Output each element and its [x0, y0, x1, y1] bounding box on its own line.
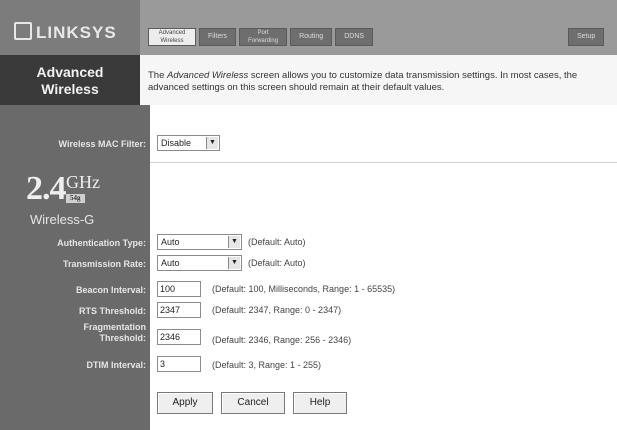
wireless-g-label: Wireless-G	[30, 212, 95, 227]
rts-input[interactable]: 2347	[157, 302, 201, 318]
tab-bar: Advanced Wireless Filters Port Forwardin…	[148, 28, 374, 46]
auth-type-hint: (Default: Auto)	[248, 237, 306, 247]
section-title: Advanced Wireless	[36, 64, 104, 97]
divider	[150, 162, 617, 163]
frag-hint: (Default: 2346, Range: 256 - 2346)	[212, 335, 352, 345]
header-bar: LINKSYS Advanced Wireless Filters Port F…	[0, 0, 617, 55]
tab-setup[interactable]: Setup	[568, 28, 605, 46]
cancel-button[interactable]: Cancel	[221, 392, 285, 414]
apply-button[interactable]: Apply	[157, 392, 213, 414]
tx-rate-hint: (Default: Auto)	[248, 258, 306, 268]
auth-type-select[interactable]: Auto ▼	[157, 234, 242, 250]
logo-text: LINKSYS	[36, 23, 117, 42]
chevron-down-icon: ▼	[228, 257, 240, 269]
tab-filters[interactable]: Filters	[199, 28, 237, 46]
help-button[interactable]: Help	[293, 392, 347, 414]
tx-rate-value: Auto	[161, 258, 180, 268]
band-badge: 54g	[66, 194, 85, 203]
tab-routing[interactable]: Routing	[290, 28, 333, 46]
band-logo: 2.4 GHz 54g	[26, 170, 100, 208]
chevron-down-icon: ▼	[206, 137, 218, 149]
description-box: The Advanced Wireless screen allows you …	[140, 55, 617, 105]
frag-input[interactable]: 2346	[157, 329, 201, 345]
tab-ddns[interactable]: DDNS	[335, 28, 374, 46]
frag-label-line1: Fragmentation	[83, 322, 146, 332]
tab-port-forwarding[interactable]: Port Forwarding	[239, 28, 288, 46]
tx-rate-select[interactable]: Auto ▼	[157, 255, 242, 271]
description-lead: The	[148, 70, 168, 81]
auth-type-value: Auto	[161, 237, 180, 247]
page-description: The Advanced Wireless screen allows you …	[148, 70, 617, 94]
mac-filter-select[interactable]: Disable ▼	[157, 135, 220, 151]
linksys-logo: LINKSYS	[14, 22, 117, 43]
band-unit: GHz	[66, 172, 100, 192]
auth-type-label: Authentication Type:	[57, 238, 146, 248]
frag-label-line2: Threshold:	[99, 333, 147, 343]
mac-filter-label: Wireless MAC Filter:	[58, 139, 146, 149]
description-emphasis: Advanced Wireless	[167, 70, 249, 81]
beacon-input[interactable]: 100	[157, 281, 201, 297]
page: LINKSYS Advanced Wireless Filters Port F…	[0, 0, 617, 430]
rts-hint: (Default: 2347, Range: 0 - 2347)	[212, 305, 342, 315]
beacon-label: Beacon Interval:	[75, 285, 146, 295]
dtim-input[interactable]: 3	[157, 356, 201, 372]
rts-label: RTS Threshold:	[79, 306, 146, 316]
beacon-hint: (Default: 100, Milliseconds, Range: 1 - …	[212, 284, 396, 294]
tab-advanced-wireless[interactable]: Advanced Wireless	[148, 28, 196, 46]
logo-mark-icon	[14, 22, 32, 40]
dtim-label: DTIM Interval:	[86, 360, 146, 370]
mac-filter-value: Disable	[161, 138, 192, 148]
tx-rate-label: Transmission Rate:	[62, 259, 146, 269]
band-number: 2.4	[26, 170, 66, 207]
chevron-down-icon: ▼	[228, 236, 240, 248]
dtim-hint: (Default: 3, Range: 1 - 255)	[212, 360, 322, 370]
section-title-box: Advanced Wireless	[0, 55, 140, 105]
logo-area: LINKSYS	[0, 0, 140, 55]
